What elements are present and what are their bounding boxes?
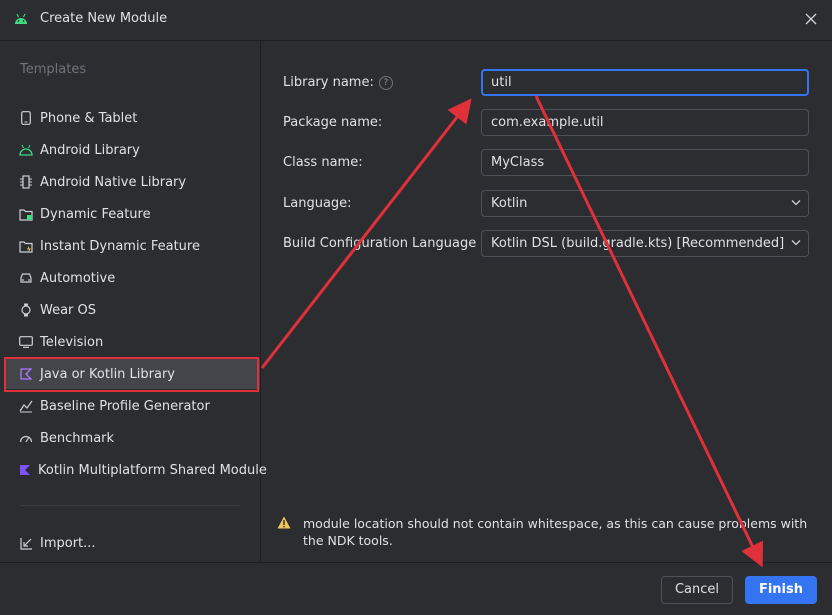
- chevron-down-icon: [791, 240, 801, 246]
- package-name-input[interactable]: com.example.util: [481, 109, 809, 136]
- baseline-profile-icon: [19, 399, 33, 413]
- template-kotlin-multiplatform[interactable]: Kotlin Multiplatform Shared Module: [4, 455, 267, 485]
- template-label: Android Library: [40, 142, 140, 158]
- language-select[interactable]: Kotlin: [481, 190, 809, 217]
- language-select-value: Kotlin: [491, 196, 528, 211]
- cancel-button[interactable]: Cancel: [661, 576, 733, 604]
- phone-icon: [19, 111, 33, 125]
- android-icon: [19, 143, 33, 157]
- template-television[interactable]: Television: [4, 327, 260, 357]
- template-label: Television: [40, 334, 104, 350]
- language-label: Language:: [283, 196, 352, 211]
- close-icon[interactable]: [802, 10, 820, 28]
- template-label: Benchmark: [40, 430, 115, 446]
- car-icon: [19, 271, 33, 285]
- benchmark-icon: [19, 431, 33, 445]
- template-label: Dynamic Feature: [40, 206, 151, 222]
- finish-button[interactable]: Finish: [745, 576, 817, 604]
- template-android-native-library[interactable]: Android Native Library: [4, 167, 260, 197]
- module-config-form: Library name: ? util Package name: com.e…: [261, 41, 832, 562]
- library-name-input[interactable]: util: [481, 69, 809, 96]
- templates-section-label: Templates: [20, 62, 87, 77]
- build-config-select-value: Kotlin DSL (build.gradle.kts) [Recommend…: [491, 236, 785, 251]
- annotation-highlight-box: [4, 357, 259, 392]
- android-logo-icon: [15, 13, 27, 24]
- instant-feature-icon: [19, 239, 33, 253]
- watch-icon: [19, 303, 33, 317]
- template-label: Android Native Library: [40, 174, 187, 190]
- template-label: Kotlin Multiplatform Shared Module: [38, 462, 267, 478]
- template-label: Phone & Tablet: [40, 110, 138, 126]
- library-name-label-text: Library name:: [283, 75, 374, 90]
- template-dynamic-feature[interactable]: Dynamic Feature: [4, 199, 260, 229]
- package-name-label: Package name:: [283, 115, 383, 130]
- library-name-label: Library name: ?: [283, 75, 393, 90]
- warning-message: module location should not contain white…: [277, 515, 817, 549]
- warning-icon: [277, 515, 291, 549]
- template-label: Automotive: [40, 270, 116, 286]
- template-automotive[interactable]: Automotive: [4, 263, 260, 293]
- template-phone-tablet[interactable]: Phone & Tablet: [4, 103, 260, 133]
- native-library-icon: [19, 175, 33, 189]
- sidebar-divider: [20, 505, 240, 506]
- dialog-footer: Cancel Finish: [0, 562, 832, 615]
- template-benchmark[interactable]: Benchmark: [4, 423, 260, 453]
- warning-text: module location should not contain white…: [303, 516, 808, 548]
- kotlin-multiplatform-icon: [19, 463, 31, 477]
- dynamic-feature-icon: [19, 207, 33, 221]
- template-instant-dynamic-feature[interactable]: Instant Dynamic Feature: [4, 231, 260, 261]
- template-wear-os[interactable]: Wear OS: [4, 295, 260, 325]
- template-label: Baseline Profile Generator: [40, 398, 210, 414]
- template-label: Wear OS: [40, 302, 97, 318]
- chevron-down-icon: [791, 200, 801, 206]
- template-android-library[interactable]: Android Library: [4, 135, 260, 165]
- templates-sidebar: Templates Phone & Tablet Android Library…: [0, 41, 267, 562]
- help-icon[interactable]: ?: [378, 75, 393, 90]
- build-config-label: Build Configuration Language ?: [283, 236, 496, 251]
- import-label: Import...: [40, 535, 96, 551]
- template-baseline-profile-generator[interactable]: Baseline Profile Generator: [4, 391, 260, 421]
- tv-icon: [19, 335, 33, 349]
- class-name-label: Class name:: [283, 155, 363, 170]
- import-icon: [19, 536, 33, 550]
- class-name-input[interactable]: MyClass: [481, 149, 809, 176]
- window-title: Create New Module: [40, 11, 168, 26]
- import-button[interactable]: Import...: [4, 528, 260, 558]
- template-label: Instant Dynamic Feature: [40, 238, 200, 254]
- build-config-select[interactable]: Kotlin DSL (build.gradle.kts) [Recommend…: [481, 230, 809, 257]
- build-config-label-text: Build Configuration Language: [283, 236, 477, 251]
- title-bar: Create New Module: [0, 0, 832, 41]
